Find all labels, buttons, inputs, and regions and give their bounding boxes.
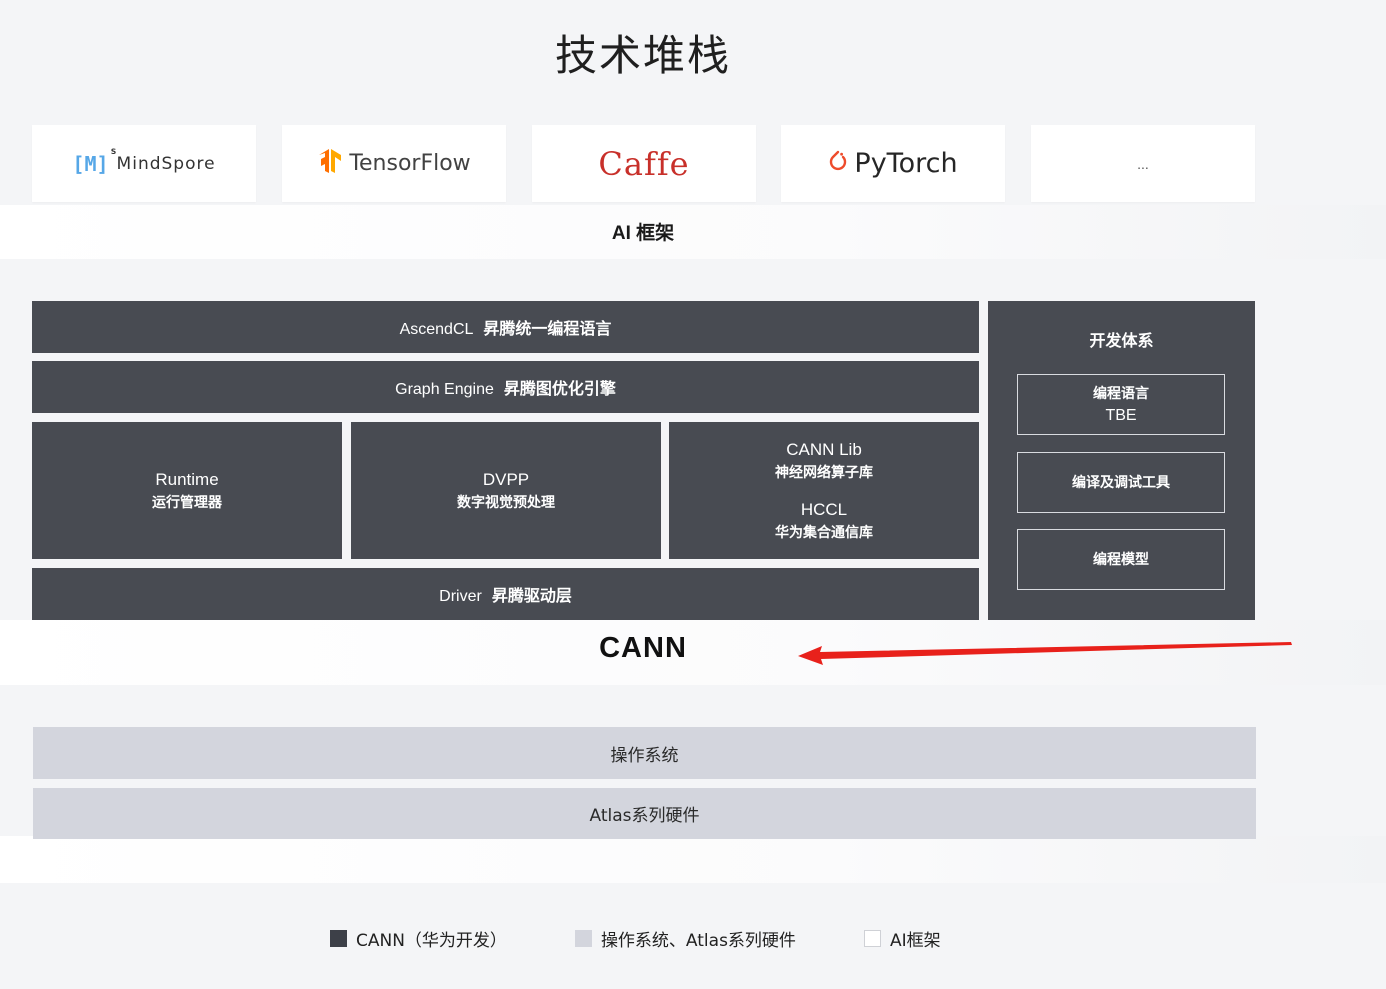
dvpp-block: DVPP 数字视觉预处理 [351,422,661,559]
driver-zh: 昇腾驱动层 [491,586,572,605]
pytorch-label: PyTorch [854,148,958,179]
driver-block: Driver 昇腾驱动层 [32,568,979,620]
legend-swatch-dark [330,929,347,947]
dev-item-programming-language: 编程语言 TBE [1017,374,1225,435]
atlas-hardware-block: Atlas系列硬件 [33,788,1256,839]
dev-item-compile-debug-tools-zh: 编译及调试工具 [1072,474,1170,491]
hccl-zh: 华为集合通信库 [775,524,873,541]
legend-swatch-light [574,929,592,947]
cann-lib-hccl-block: CANN Lib 神经网络算子库 HCCL 华为集合通信库 [669,422,979,559]
more-frameworks-card: ... [1031,125,1255,202]
more-frameworks-label: ... [1137,155,1149,172]
dev-item-programming-model-zh: 编程模型 [1093,551,1149,568]
runtime-en: Runtime [155,469,219,489]
graph-engine-zh: 昇腾图优化引擎 [503,379,616,398]
tensorflow-icon [317,148,343,179]
dvpp-zh: 数字视觉预处理 [457,494,555,511]
dev-system-title: 开发体系 [1089,331,1154,350]
legend-item-cann: CANN（华为开发） [330,926,507,951]
cann-lib-zh: 神经网络算子库 [775,464,873,481]
graph-engine-en: Graph Engine [395,381,494,398]
ascendcl-en: AscendCL [399,321,474,338]
pytorch-icon [828,149,848,178]
dev-item-programming-language-en: TBE [1105,406,1137,424]
page-title: 技术堆栈 [554,31,731,80]
driver-en: Driver [439,588,482,605]
dev-item-programming-language-zh: 编程语言 [1093,385,1149,402]
legend-item-ai: AI框架 [863,926,941,951]
dev-system-block: 开发体系 编程语言 TBE 编译及调试工具 编程模型 [988,301,1255,620]
os-block: 操作系统 [33,727,1256,779]
os-band [0,836,1386,883]
pytorch-card: PyTorch [781,125,1005,202]
dev-item-programming-model: 编程模型 [1017,529,1225,590]
ascendcl-block: AscendCL 昇腾统一编程语言 [32,301,979,353]
legend-label-cann: CANN（华为开发） [356,930,507,951]
graph-engine-block: Graph Engine 昇腾图优化引擎 [32,361,979,413]
legend-swatch-white [863,929,881,947]
runtime-block: Runtime 运行管理器 [32,422,342,559]
dev-item-compile-debug-tools: 编译及调试工具 [1017,452,1225,513]
hccl-en: HCCL [800,499,848,519]
caffe-label: Caffe [598,144,690,183]
legend-label-ai: AI框架 [889,930,941,951]
caffe-card: Caffe [532,125,756,202]
cann-lib-en: CANN Lib [786,439,862,459]
mindspore-label: MindSpore [116,153,216,174]
tensorflow-card: TensorFlow [282,125,506,202]
dvpp-en: DVPP [482,469,530,489]
mindspore-icon: [M] s [72,145,117,176]
tensorflow-label: TensorFlow [349,151,471,176]
legend-item-os-atlas: 操作系统、Atlas系列硬件 [574,926,796,951]
legend-label-os-atlas: 操作系统、Atlas系列硬件 [600,930,796,951]
cann-band-label: CANN [599,632,687,664]
ascendcl-zh: 昇腾统一编程语言 [483,319,612,338]
runtime-zh: 运行管理器 [152,494,222,511]
ai-framework-band-label: AI 框架 [611,223,675,244]
legend: CANN（华为开发） 操作系统、Atlas系列硬件 AI框架 [330,926,941,951]
mindspore-card: [M] s MindSpore [32,125,256,202]
